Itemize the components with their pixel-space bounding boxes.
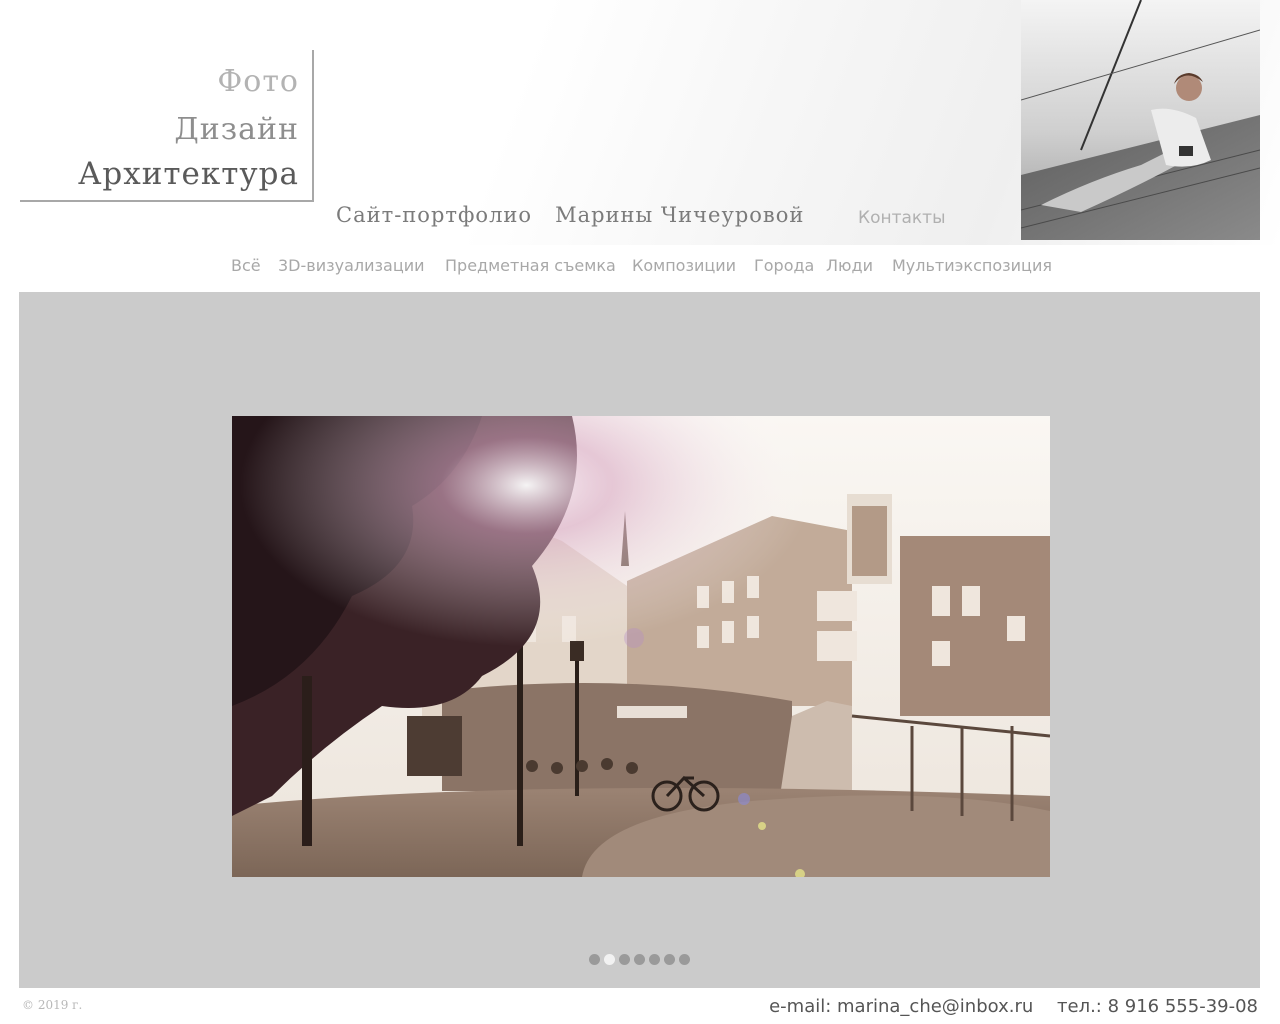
nav-item-product-photography[interactable]: Предметная съемка	[445, 256, 616, 275]
city-photo	[232, 416, 1050, 877]
nav-item-3d-visualization[interactable]: 3D-визуализации	[278, 256, 425, 275]
brand-line-design: Дизайн	[174, 112, 299, 147]
gallery-slider	[19, 292, 1260, 988]
profile-photo-image	[1021, 0, 1260, 240]
nav-item-multiexposure[interactable]: Мультиэкспозиция	[892, 256, 1052, 275]
nav-item-all[interactable]: Всё	[231, 256, 261, 275]
nav-item-compositions[interactable]: Композиции	[632, 256, 736, 275]
footer-email[interactable]: e-mail: marina_che@inbox.ru	[769, 996, 1033, 1017]
brand-line-architecture: Архитектура	[77, 156, 299, 192]
slider-dot-6[interactable]	[664, 954, 675, 965]
copyright-text: © 2019 г.	[22, 998, 83, 1012]
slider-dot-2[interactable]	[604, 954, 615, 965]
brand-logo-block[interactable]: Фото Дизайн Архитектура	[20, 50, 314, 202]
nav-item-cities[interactable]: Города	[754, 256, 814, 275]
slider-dot-7[interactable]	[679, 954, 690, 965]
contacts-link[interactable]: Контакты	[858, 208, 946, 228]
site-tagline: Сайт-портфолио Марины Чичеуровой	[336, 203, 805, 227]
footer-phone[interactable]: тел.: 8 916 555-39-08	[1057, 996, 1258, 1017]
slider-dot-3[interactable]	[619, 954, 630, 965]
site-header: Фото Дизайн Архитектура Сайт-портфолио М…	[0, 0, 1280, 245]
profile-photo	[1021, 0, 1260, 240]
nav-item-people[interactable]: Люди	[826, 256, 873, 275]
slider-dot-4[interactable]	[634, 954, 645, 965]
slider-dot-1[interactable]	[589, 954, 600, 965]
footer-contacts: e-mail: marina_che@inbox.ru тел.: 8 916 …	[751, 996, 1258, 1017]
slider-dot-5[interactable]	[649, 954, 660, 965]
slide-image[interactable]	[232, 416, 1050, 877]
brand-line-photo: Фото	[217, 64, 299, 99]
